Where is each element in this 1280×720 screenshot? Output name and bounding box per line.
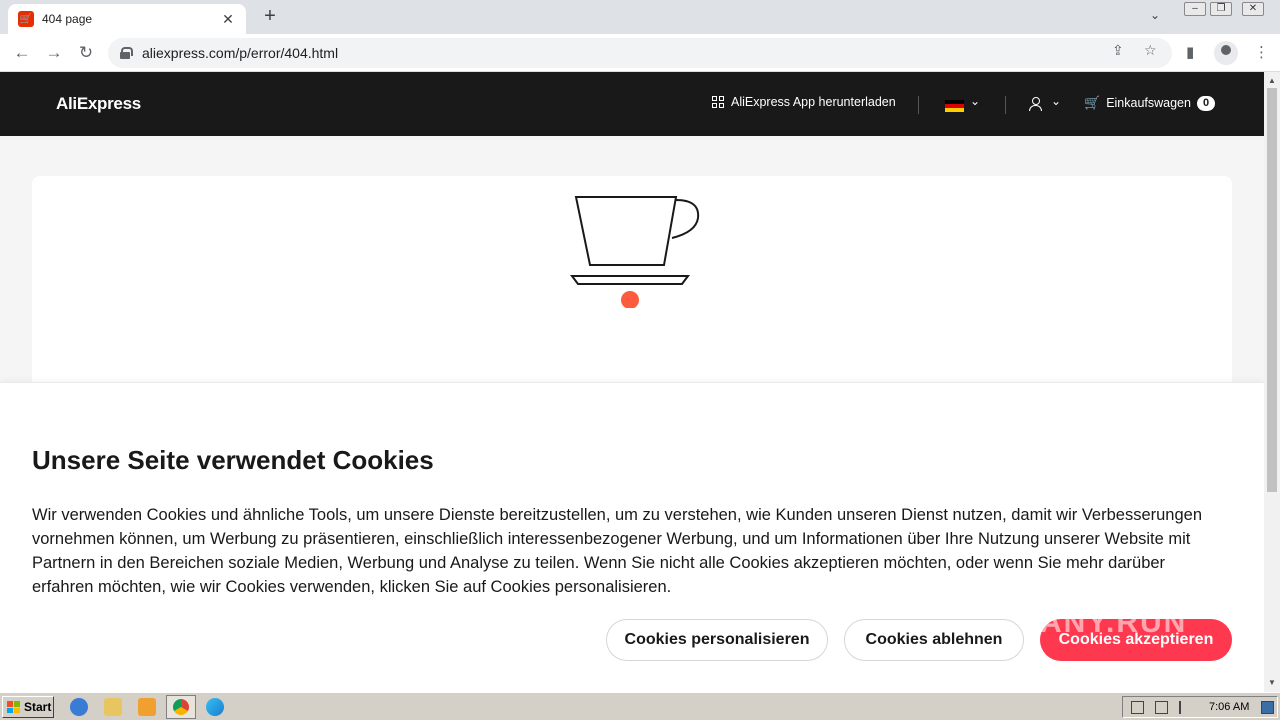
lock-icon[interactable] xyxy=(120,47,133,59)
steam-dot xyxy=(621,291,639,308)
network-icon[interactable] xyxy=(1155,701,1168,714)
cart-label: Einkaufswagen xyxy=(1106,96,1191,110)
aliexpress-logo[interactable]: AliExpress xyxy=(56,94,141,114)
volume-icon[interactable] xyxy=(1131,701,1144,714)
chrome-taskbar-button[interactable] xyxy=(166,695,196,719)
coffee-cup-illustration xyxy=(570,196,700,308)
aliexpress-favicon-icon: 🛒 xyxy=(18,11,34,27)
cookie-banner-text: Wir verwenden Cookies und ähnliche Tools… xyxy=(32,506,1203,596)
windows-logo-icon xyxy=(7,701,21,713)
system-tray: 7:06 AM xyxy=(1122,696,1278,718)
bookmark-star-icon[interactable]: ☆ xyxy=(1144,42,1157,59)
menu-kebab-icon[interactable]: ⋮ xyxy=(1254,43,1269,61)
file-explorer-icon[interactable] xyxy=(104,698,122,716)
share-icon[interactable]: ⇪ xyxy=(1112,42,1124,59)
scrollbar-thumb[interactable] xyxy=(1267,88,1277,492)
cart-icon: 🛒 xyxy=(1084,95,1101,110)
chevron-down-icon[interactable]: ⌄ xyxy=(970,94,980,108)
restore-button[interactable]: ❐ xyxy=(1210,2,1232,16)
profile-avatar-icon[interactable] xyxy=(1214,41,1238,65)
back-arrow-icon[interactable]: ← xyxy=(10,42,34,64)
page-viewport: AliExpress AliExpress App herunterladen … xyxy=(0,72,1264,692)
divider xyxy=(1005,96,1006,114)
user-account-icon[interactable] xyxy=(1029,97,1042,111)
divider xyxy=(918,96,919,114)
chevron-down-icon[interactable]: ⌄ xyxy=(1051,94,1061,108)
side-panel-icon[interactable]: ▮ xyxy=(1186,43,1194,61)
flag-icon[interactable] xyxy=(1179,701,1192,714)
new-tab-button[interactable]: + xyxy=(258,6,282,28)
cookie-banner: Unsere Seite verwendet Cookies Wir verwe… xyxy=(0,382,1264,692)
chrome-icon xyxy=(173,699,189,715)
app-download-link[interactable]: AliExpress App herunterladen xyxy=(712,95,896,109)
qr-grid-icon xyxy=(712,96,724,108)
scroll-up-arrow-icon[interactable]: ▲ xyxy=(1268,76,1276,85)
show-desktop-icon[interactable] xyxy=(1261,701,1274,714)
tab-search-chevron-icon[interactable]: ⌄ xyxy=(1150,8,1160,22)
tab-title: 404 page xyxy=(42,12,93,26)
url-text[interactable]: aliexpress.com/p/error/404.html xyxy=(142,45,338,61)
reload-icon[interactable]: ↻ xyxy=(74,42,98,64)
cookies-decline-button[interactable]: Cookies ablehnen xyxy=(844,619,1024,661)
close-tab-icon[interactable]: ✕ xyxy=(220,11,236,28)
start-label: Start xyxy=(24,700,52,714)
site-header: AliExpress AliExpress App herunterladen … xyxy=(0,72,1264,136)
page-scrollbar[interactable]: ▲ ▼ xyxy=(1264,72,1280,692)
internet-explorer-icon[interactable] xyxy=(70,698,88,716)
windows-taskbar: Start 7:06 AM xyxy=(0,692,1280,720)
cart-button[interactable]: 🛒 Einkaufswagen 0 xyxy=(1084,95,1216,111)
scroll-down-arrow-icon[interactable]: ▼ xyxy=(1268,678,1276,687)
address-bar[interactable]: aliexpress.com/p/error/404.html ⇪ ☆ xyxy=(108,38,1172,68)
cookies-personalize-button[interactable]: Cookies personalisieren xyxy=(606,619,828,661)
media-player-icon[interactable] xyxy=(138,698,156,716)
forward-arrow-icon[interactable]: → xyxy=(42,42,66,64)
germany-flag-icon[interactable] xyxy=(945,100,964,112)
browser-toolbar: ← → ↻ aliexpress.com/p/error/404.html ⇪ … xyxy=(0,34,1280,72)
browser-tab[interactable]: 🛒 404 page ✕ xyxy=(8,4,246,34)
clock[interactable]: 7:06 AM xyxy=(1209,701,1249,713)
start-button[interactable]: Start xyxy=(2,696,54,718)
minimize-button[interactable]: – xyxy=(1184,2,1206,16)
cart-count-badge: 0 xyxy=(1196,95,1216,111)
browser-tab-bar: 🛒 404 page ✕ + ⌄ – ❐ ✕ xyxy=(0,0,1280,34)
cookie-banner-title: Unsere Seite verwendet Cookies xyxy=(32,445,434,475)
edge-icon[interactable] xyxy=(206,698,224,716)
app-download-label: AliExpress App herunterladen xyxy=(731,95,896,109)
cookies-accept-button[interactable]: Cookies akzeptieren xyxy=(1040,619,1232,661)
window-close-button[interactable]: ✕ xyxy=(1242,2,1264,16)
